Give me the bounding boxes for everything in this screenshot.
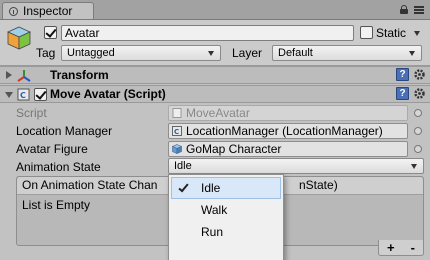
animation-state-dropdown[interactable]: Idle — [168, 158, 424, 174]
inspector-panel: Avatar Static Tag Untagged Layer Default… — [0, 19, 430, 260]
animation-state-label: Animation State — [16, 160, 101, 174]
transform-title: Transform — [50, 68, 109, 82]
location-manager-field[interactable]: C LocationManager (LocationManager) — [168, 123, 408, 139]
static-dropdown-arrow-icon[interactable] — [414, 31, 420, 36]
layer-dropdown[interactable]: Default — [272, 45, 422, 61]
avatar-figure-value: GoMap Character — [186, 142, 282, 156]
script-component-icon: C — [172, 126, 182, 136]
animation-state-menu: Idle Walk Run — [168, 174, 284, 260]
menu-item-run[interactable]: Run — [169, 221, 283, 243]
event-header-label: On Animation State Chan — [22, 178, 158, 192]
active-checkbox[interactable] — [44, 26, 57, 39]
gear-icon[interactable] — [413, 68, 426, 81]
location-manager-value: LocationManager (LocationManager) — [186, 124, 383, 138]
menu-item-label: Run — [201, 225, 224, 239]
object-picker-icon[interactable] — [414, 127, 422, 135]
tab-inspector-label: Inspector — [23, 4, 73, 18]
window-tabbar: Inspector — [0, 0, 430, 19]
gear-icon[interactable] — [413, 87, 426, 100]
tab-inspector[interactable]: Inspector — [2, 2, 94, 19]
svg-text:C: C — [20, 91, 26, 100]
menu-item-label: Walk — [201, 203, 228, 217]
checkmark-icon — [178, 181, 189, 193]
help-icon[interactable]: ? — [396, 68, 409, 81]
info-icon — [9, 6, 18, 16]
object-picker-icon[interactable] — [414, 109, 422, 117]
menu-icon[interactable] — [414, 6, 424, 14]
foldout-closed-icon[interactable] — [6, 71, 12, 79]
help-icon[interactable]: ? — [396, 87, 409, 100]
transform-component-header[interactable]: Transform ? — [0, 66, 430, 84]
script-label: Script — [16, 106, 47, 120]
event-header-label-tail: nState) — [299, 178, 338, 192]
menu-item-label: Idle — [201, 181, 221, 195]
move-avatar-component-header[interactable]: C Move Avatar (Script) ? — [0, 85, 430, 103]
location-manager-label: Location Manager — [16, 124, 113, 138]
object-name-field[interactable]: Avatar — [61, 25, 354, 41]
avatar-figure-label: Avatar Figure — [16, 142, 88, 156]
transform-icon — [17, 70, 31, 82]
svg-text:C: C — [174, 128, 179, 136]
menu-item-walk[interactable]: Walk — [169, 199, 283, 221]
menu-item-idle[interactable]: Idle — [171, 177, 281, 199]
gameobject-cube-icon — [172, 144, 182, 154]
object-picker-icon[interactable] — [414, 145, 422, 153]
script-value: MoveAvatar — [186, 106, 250, 120]
script-file-icon — [172, 108, 182, 118]
tag-label: Tag — [36, 46, 56, 60]
static-label: Static — [376, 26, 407, 40]
static-checkbox[interactable] — [360, 26, 373, 39]
gameobject-header: Avatar Static Tag Untagged Layer Default — [0, 20, 430, 66]
component-enabled-checkbox[interactable] — [34, 88, 47, 101]
script-icon: C — [17, 88, 30, 101]
foldout-open-icon[interactable] — [5, 92, 13, 98]
cube-icon — [7, 26, 31, 50]
script-field: MoveAvatar — [168, 105, 408, 121]
avatar-figure-field[interactable]: GoMap Character — [168, 141, 408, 157]
lock-icon[interactable] — [400, 5, 408, 14]
remove-button[interactable]: - — [411, 240, 415, 255]
tag-dropdown[interactable]: Untagged — [61, 45, 221, 61]
move-avatar-title: Move Avatar (Script) — [50, 87, 166, 101]
list-footer: + - — [378, 240, 424, 256]
layer-label: Layer — [232, 46, 263, 60]
add-button[interactable]: + — [387, 240, 395, 255]
